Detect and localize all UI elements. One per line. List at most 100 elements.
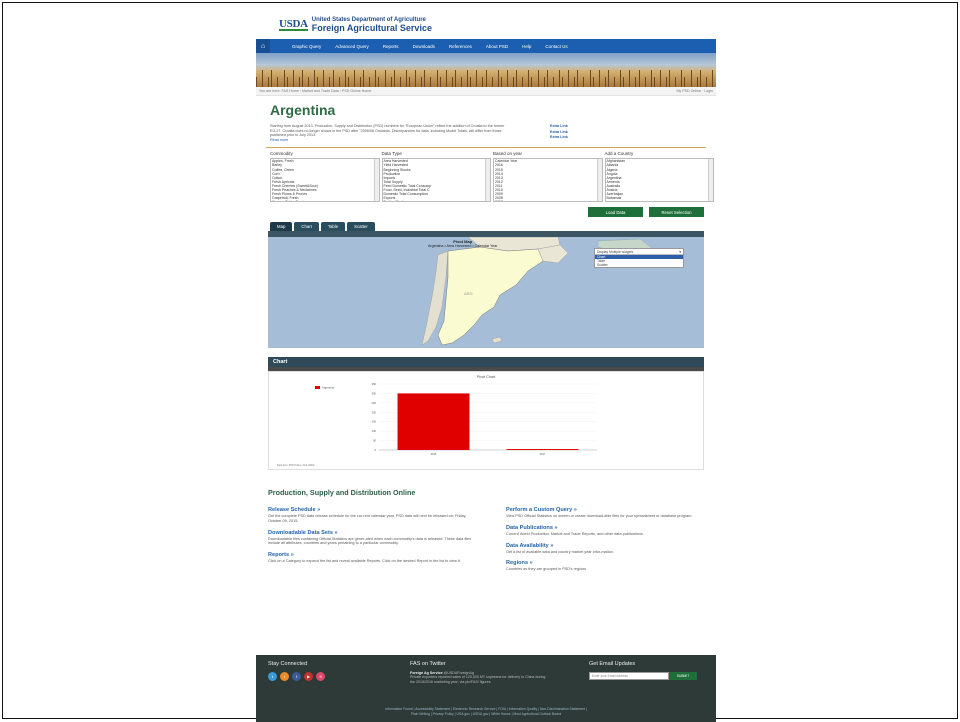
page-title: Argentina — [270, 102, 336, 118]
filter-option[interactable]: Grapes, Table, Fresh — [272, 200, 378, 201]
wheat-stalk — [620, 70, 622, 87]
wheat-stalk — [491, 77, 493, 87]
land-argentina — [437, 247, 544, 346]
breadcrumb-path[interactable]: You are here: FAS Home › Market and Trad… — [259, 89, 371, 93]
y-tick-label: 100 — [372, 430, 377, 434]
extra-link[interactable]: Extra Link — [550, 130, 568, 135]
facebook-icon[interactable]: f — [292, 672, 301, 681]
widget-dropdown[interactable]: Display Multiple widgets ▾ Chart Table Sc… — [594, 248, 684, 268]
extra-link[interactable]: Extra Link — [550, 124, 568, 129]
filter-panel: Commodity Apples, Fresh Barley Coffee, Gree… — [270, 151, 716, 203]
scrollbar[interactable] — [596, 159, 602, 202]
nav-advanced-query[interactable]: Advanced Query — [328, 44, 376, 49]
wheat-stalk — [445, 70, 447, 87]
wheat-stalk — [558, 70, 560, 87]
scrollbar[interactable] — [373, 159, 379, 202]
psd-item-link[interactable]: Perform a Custom Query » — [506, 507, 716, 513]
wheat-stalk — [439, 77, 441, 87]
chart-panel: Pivot Chart Argentina 350 300 250 200 150 100 50… — [268, 371, 704, 471]
flickr-icon[interactable]: fl — [316, 672, 325, 681]
filter-listbox[interactable]: Apples, Fresh Barley Coffee, Green Corn Cott… — [270, 158, 380, 203]
psd-item-link[interactable]: Data Availability » — [506, 543, 716, 549]
wheat-stalk — [592, 77, 594, 87]
wheat-stalk — [378, 77, 380, 87]
tab-table[interactable]: Table — [320, 222, 346, 232]
tab-chart[interactable]: Chart — [294, 222, 319, 232]
tab-scatter[interactable]: Scatter — [347, 222, 375, 232]
nav-about-psd[interactable]: About PSD — [479, 44, 515, 49]
wheat-stalk — [614, 77, 615, 87]
scrollbar[interactable] — [708, 159, 713, 202]
usda-logo[interactable]: USDA — [279, 19, 308, 31]
nav-help[interactable]: Help — [515, 44, 538, 49]
intro-paragraph: Starting from August 2013, Production, S… — [270, 124, 505, 138]
extra-link[interactable]: Extra Link — [550, 135, 568, 140]
wheat-stalk — [669, 70, 671, 87]
email-submit-button[interactable]: SUBMIT — [669, 672, 697, 680]
wheat-stalk — [353, 70, 355, 87]
login-link[interactable]: My PSD Online · Login — [676, 89, 713, 93]
wheat-stalk — [409, 77, 410, 87]
y-tick-label: 0 — [375, 448, 377, 452]
x-tick-label: 2017 — [540, 452, 546, 456]
psd-item-link[interactable]: Regions » — [506, 560, 716, 566]
wheat-stalk — [347, 77, 349, 87]
nav-downloads[interactable]: Downloads — [406, 44, 442, 49]
filter-option[interactable]: 2007 — [495, 200, 601, 201]
wheat-stalk — [711, 70, 713, 87]
agency-name: United States Department of Agriculture … — [312, 17, 432, 33]
country-label: ARG — [464, 291, 473, 296]
wheat-stalk — [681, 70, 683, 87]
filter-listbox[interactable]: Area Harvested Yield Harvested Beginning S… — [381, 158, 491, 203]
wheat-stalk — [332, 70, 334, 87]
footer-links-line2[interactable]: Plain Writing | Privacy Policy | USA.gov… — [256, 712, 716, 717]
psd-section-title: Production, Supply and Distribution Onli… — [268, 488, 416, 498]
wheat-stalk — [286, 77, 288, 87]
twitter-icon[interactable]: t — [268, 672, 277, 681]
twitter-title: FAS on Twitter — [410, 661, 446, 667]
wheat-stalk — [583, 77, 585, 87]
email-input[interactable]: Enter your Email Address — [589, 672, 669, 680]
psd-item-description: Downloadable files containing Official S… — [268, 536, 472, 546]
psd-item-link[interactable]: Reports » — [268, 552, 478, 558]
wheat-stalk — [506, 70, 508, 87]
tweet-text: Private exporters reported sales of 120,… — [410, 675, 546, 684]
nav-references[interactable]: References — [442, 44, 479, 49]
chart-bar — [506, 449, 579, 451]
wheat-stalk — [531, 77, 533, 87]
filter-option[interactable]: Ending Stocks — [384, 200, 490, 201]
wheat-stalk — [522, 77, 524, 87]
wheat-stalk — [497, 70, 499, 87]
load-data-button[interactable]: Load Data — [588, 207, 643, 218]
psd-item-link[interactable]: Data Publications » — [506, 525, 716, 531]
filter-listbox[interactable]: Afghanistan Albania Algeria Angola Argentina… — [604, 158, 714, 203]
youtube-icon[interactable]: ▶ — [304, 672, 313, 681]
wheat-stalk — [467, 70, 469, 87]
nav-reports[interactable]: Reports — [376, 44, 406, 49]
tab-map[interactable]: Map — [270, 222, 293, 232]
y-tick-label: 50 — [373, 439, 376, 443]
home-icon[interactable]: ⌂ — [256, 39, 270, 53]
filter-label: Based on year — [493, 151, 523, 157]
psd-item-description: Click on a Category to expand the list a… — [268, 558, 461, 563]
wheat-stalk — [574, 77, 576, 87]
reset-selection-button[interactable]: Reset Selection — [649, 207, 704, 218]
psd-item-description: Countries as they are grouped in PSD's r… — [506, 567, 587, 572]
scrollbar[interactable] — [485, 159, 490, 202]
dropdown-option[interactable]: Scatter — [595, 263, 683, 267]
wheat-stalk — [360, 77, 361, 87]
psd-item-link[interactable]: Release Schedule » — [268, 507, 478, 513]
wheat-stalk — [644, 77, 646, 87]
filter-option[interactable]: Bahamas — [607, 196, 713, 200]
wheat-stalk — [430, 77, 432, 87]
read-more-link[interactable]: Read more — [270, 138, 505, 143]
wheat-stalk — [482, 77, 484, 87]
wheat-stalk — [461, 77, 462, 87]
nav-contact-us[interactable]: Contact Us — [538, 44, 574, 49]
chart-bar — [397, 393, 470, 451]
nav-graphic-query[interactable]: Graphic Query — [285, 44, 328, 49]
rss-icon[interactable]: r — [280, 672, 289, 681]
psd-item-link[interactable]: Downloadable Data Sets » — [268, 530, 478, 536]
filter-listbox[interactable]: Calendar Year 2016 2015 2014 2013 2012 2011 201… — [493, 158, 603, 203]
wheat-stalk — [329, 77, 331, 87]
